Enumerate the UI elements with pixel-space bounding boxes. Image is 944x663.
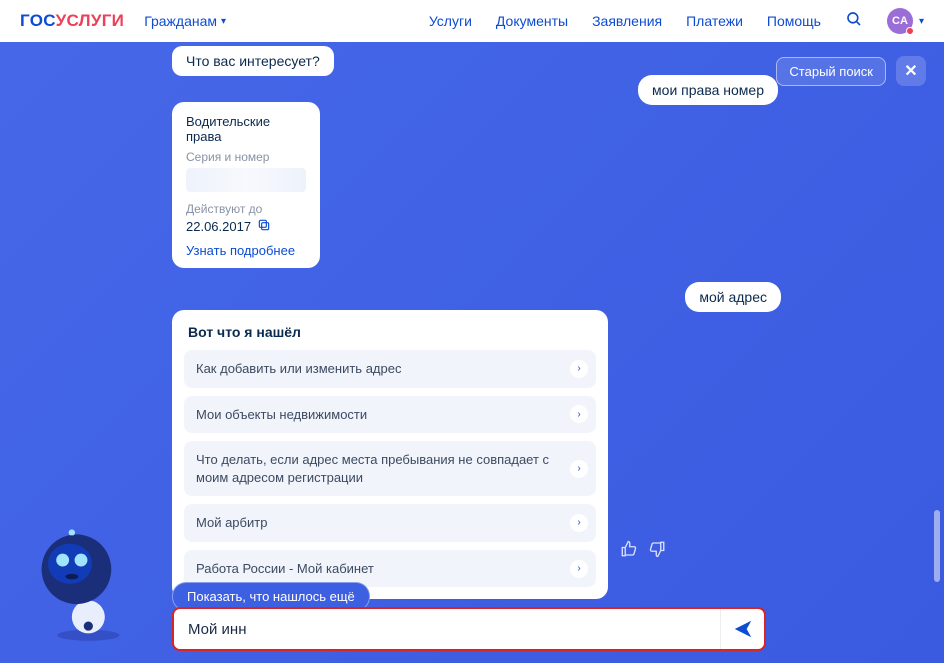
header: ГОСУСЛУГИ Гражданам ▾ Услуги Документы З…	[0, 0, 944, 42]
license-card: Водительские права Серия и номер Действу…	[172, 102, 320, 268]
result-item[interactable]: Мои объекты недвижимости ›	[184, 396, 596, 434]
license-valid-date: 22.06.2017	[186, 219, 251, 234]
nav-applications[interactable]: Заявления	[592, 13, 662, 29]
main-nav: Услуги Документы Заявления Платежи Помощ…	[429, 8, 924, 34]
audience-dropdown[interactable]: Гражданам ▾	[144, 13, 226, 29]
audience-label: Гражданам	[144, 13, 217, 29]
scrollbar[interactable]	[934, 510, 940, 582]
license-number-blurred	[186, 168, 306, 192]
result-item[interactable]: Как добавить или изменить адрес ›	[184, 350, 596, 388]
chevron-down-icon: ▾	[919, 16, 924, 27]
license-title: Водительские права	[186, 114, 306, 144]
chat-area: Что вас интересует? мои права номер Води…	[0, 42, 944, 663]
chevron-down-icon: ▾	[221, 16, 226, 27]
result-label: Как добавить или изменить адрес	[196, 361, 401, 376]
top-right-controls: Старый поиск ✕	[776, 56, 926, 86]
nav-services[interactable]: Услуги	[429, 13, 472, 29]
chevron-right-icon: ›	[570, 514, 588, 532]
feedback-controls	[620, 540, 666, 563]
logo[interactable]: ГОСУСЛУГИ	[20, 11, 124, 31]
user-menu[interactable]: CA ▾	[887, 8, 924, 34]
copy-icon[interactable]	[257, 218, 271, 235]
license-valid-value: 22.06.2017	[186, 218, 306, 235]
nav-help[interactable]: Помощь	[767, 13, 821, 29]
user-message: мои права номер	[638, 75, 778, 105]
learn-more-link[interactable]: Узнать подробнее	[186, 243, 306, 258]
avatar: CA	[887, 8, 913, 34]
chat-input[interactable]	[174, 621, 720, 638]
logo-part2: УСЛУГИ	[56, 11, 125, 30]
notification-dot-icon	[906, 27, 914, 35]
nav-documents[interactable]: Документы	[496, 13, 568, 29]
old-search-button[interactable]: Старый поиск	[776, 57, 886, 86]
close-icon: ✕	[904, 61, 917, 81]
chevron-right-icon: ›	[570, 460, 588, 478]
thumbs-down-icon[interactable]	[648, 540, 666, 563]
result-item[interactable]: Что делать, если адрес места пребывания …	[184, 441, 596, 496]
license-valid-label: Действуют до	[186, 202, 306, 216]
robot-mascot-icon	[26, 523, 136, 643]
result-label: Мой арбитр	[196, 515, 267, 530]
chat-input-bar	[172, 607, 766, 651]
license-series-label: Серия и номер	[186, 150, 306, 164]
nav-payments[interactable]: Платежи	[686, 13, 743, 29]
result-item[interactable]: Мой арбитр ›	[184, 504, 596, 542]
logo-part1: ГОС	[20, 11, 56, 30]
chevron-right-icon: ›	[570, 560, 588, 578]
result-label: Что делать, если адрес места пребывания …	[196, 452, 549, 485]
result-label: Работа России - Мой кабинет	[196, 561, 374, 576]
chevron-right-icon: ›	[570, 360, 588, 378]
results-heading: Вот что я нашёл	[184, 322, 596, 350]
search-icon[interactable]	[845, 10, 863, 33]
user-message: мой адрес	[685, 282, 781, 312]
result-label: Мои объекты недвижимости	[196, 407, 367, 422]
send-button[interactable]	[720, 609, 764, 649]
avatar-initials: CA	[892, 15, 908, 27]
results-card: Вот что я нашёл Как добавить или изменит…	[172, 310, 608, 599]
bot-prompt: Что вас интересует?	[172, 46, 334, 76]
thumbs-up-icon[interactable]	[620, 540, 638, 563]
close-button[interactable]: ✕	[896, 56, 926, 86]
chevron-right-icon: ›	[570, 405, 588, 423]
send-icon	[732, 618, 754, 640]
